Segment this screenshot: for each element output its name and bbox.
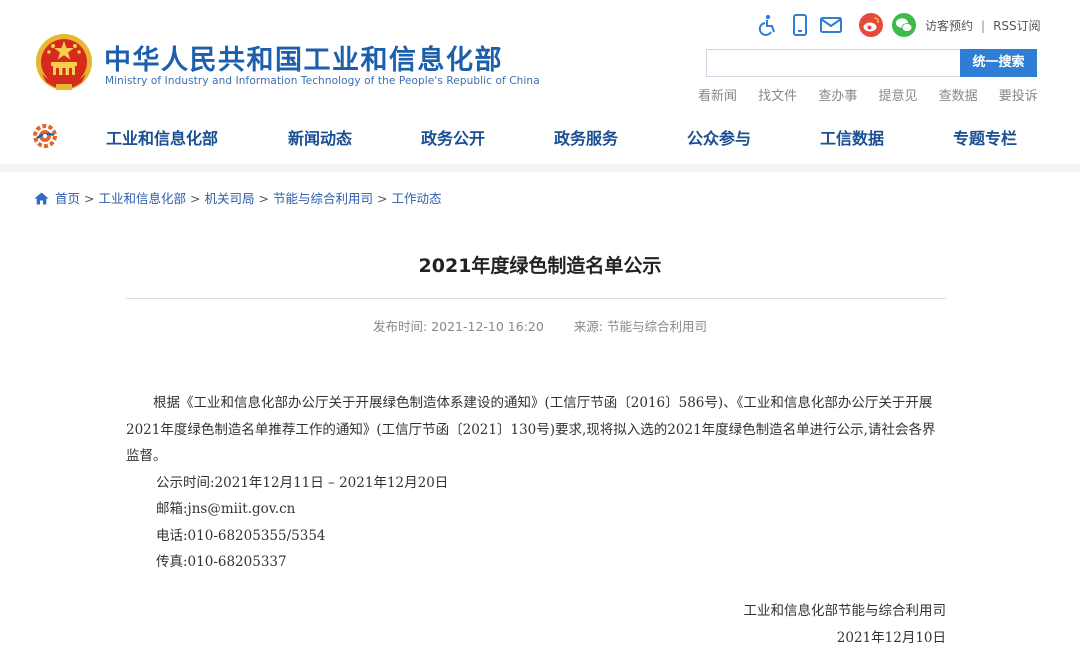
main-nav: 工业和信息化部 新闻动态 政务公开 政务服务 公众参与 工信数据 专题专栏 [0,110,1080,164]
article-meta: 发布时间: 2021-12-10 16:20 来源: 节能与综合利用司 [0,316,1080,335]
site-header: 中华人民共和国工业和信息化部 Ministry of Industry and … [0,0,1080,110]
publish-label: 发布时间: [372,319,428,334]
nav-item-special-topics[interactable]: 专题专栏 [953,125,1017,149]
source-label: 来源: [573,319,604,334]
breadcrumb-separator: > [377,191,388,206]
search-input[interactable] [706,49,960,77]
publish-time: 2021-12-10 16:20 [431,319,544,334]
mail-icon[interactable] [818,12,844,38]
quick-link-feedback[interactable]: 提意见 [878,89,917,104]
breadcrumb: 首页 > 工业和信息化部 > 机关司局 > 节能与综合利用司 > 工作动态 [34,188,442,207]
gear-logo-icon[interactable] [31,122,59,150]
nav-item-news[interactable]: 新闻动态 [288,125,352,149]
nav-item-miit[interactable]: 工业和信息化部 [106,125,218,149]
title-divider [126,298,946,299]
source-value: 节能与综合利用司 [607,319,708,334]
nav-item-gov-services[interactable]: 政务服务 [554,125,618,149]
divider: | [981,19,986,33]
contact-phone: 电话:010-68205355/5354 [156,527,326,544]
national-emblem-logo[interactable] [34,32,94,94]
visitor-appointment-link[interactable]: 访客预约 [925,19,973,33]
breadcrumb-separator: > [190,191,201,206]
article-paragraph: 根据《工业和信息化部办公厅关于开展绿色制造体系建设的通知》(工信厅节函〔2016… [126,395,936,464]
quick-link-files[interactable]: 找文件 [758,89,797,104]
nav-item-public-participation[interactable]: 公众参与 [687,125,751,149]
mobile-icon[interactable] [787,12,813,38]
site-title[interactable]: 中华人民共和国工业和信息化部 [104,38,503,77]
weibo-icon[interactable] [858,12,884,38]
nav-divider [0,164,1080,172]
quick-link-services[interactable]: 查办事 [818,89,857,104]
search-button[interactable]: 统一搜索 [960,49,1037,77]
quick-link-news[interactable]: 看新闻 [698,89,737,104]
contact-fax: 传真:010-68205337 [156,554,287,570]
breadcrumb-miit[interactable]: 工业和信息化部 [99,191,187,206]
breadcrumb-energy-dept[interactable]: 节能与综合利用司 [273,191,373,206]
breadcrumb-home[interactable]: 首页 [55,191,80,206]
home-icon[interactable] [34,192,49,205]
accessibility-icon[interactable] [755,12,781,38]
quick-links: 看新闻 找文件 查办事 提意见 查数据 要投诉 [698,85,1038,104]
quick-link-data[interactable]: 查数据 [939,89,978,104]
rss-link[interactable]: RSS订阅 [993,19,1041,33]
breadcrumb-departments[interactable]: 机关司局 [205,191,255,206]
signature-date: 2021年12月10日 [836,630,946,646]
breadcrumb-work-news[interactable]: 工作动态 [392,191,442,206]
article-body: 根据《工业和信息化部办公厅关于开展绿色制造体系建设的通知》(工信厅节函〔2016… [126,390,946,576]
article-title: 2021年度绿色制造名单公示 [418,255,662,277]
signature-department: 工业和信息化部节能与综合利用司 [743,603,947,619]
site-subtitle: Ministry of Industry and Information Tec… [105,75,540,87]
contact-email: 邮箱:jns@miit.gov.cn [156,501,296,517]
quick-link-complaint[interactable]: 要投诉 [999,89,1038,104]
nav-item-gov-affairs[interactable]: 政务公开 [421,125,485,149]
breadcrumb-separator: > [84,191,95,206]
breadcrumb-separator: > [258,191,269,206]
wechat-icon[interactable] [891,12,917,38]
nav-item-data[interactable]: 工信数据 [820,125,884,149]
notice-period: 公示时间:2021年12月11日 – 2021年12月20日 [156,474,449,491]
top-links: 访客预约 | RSS订阅 [925,17,1041,34]
